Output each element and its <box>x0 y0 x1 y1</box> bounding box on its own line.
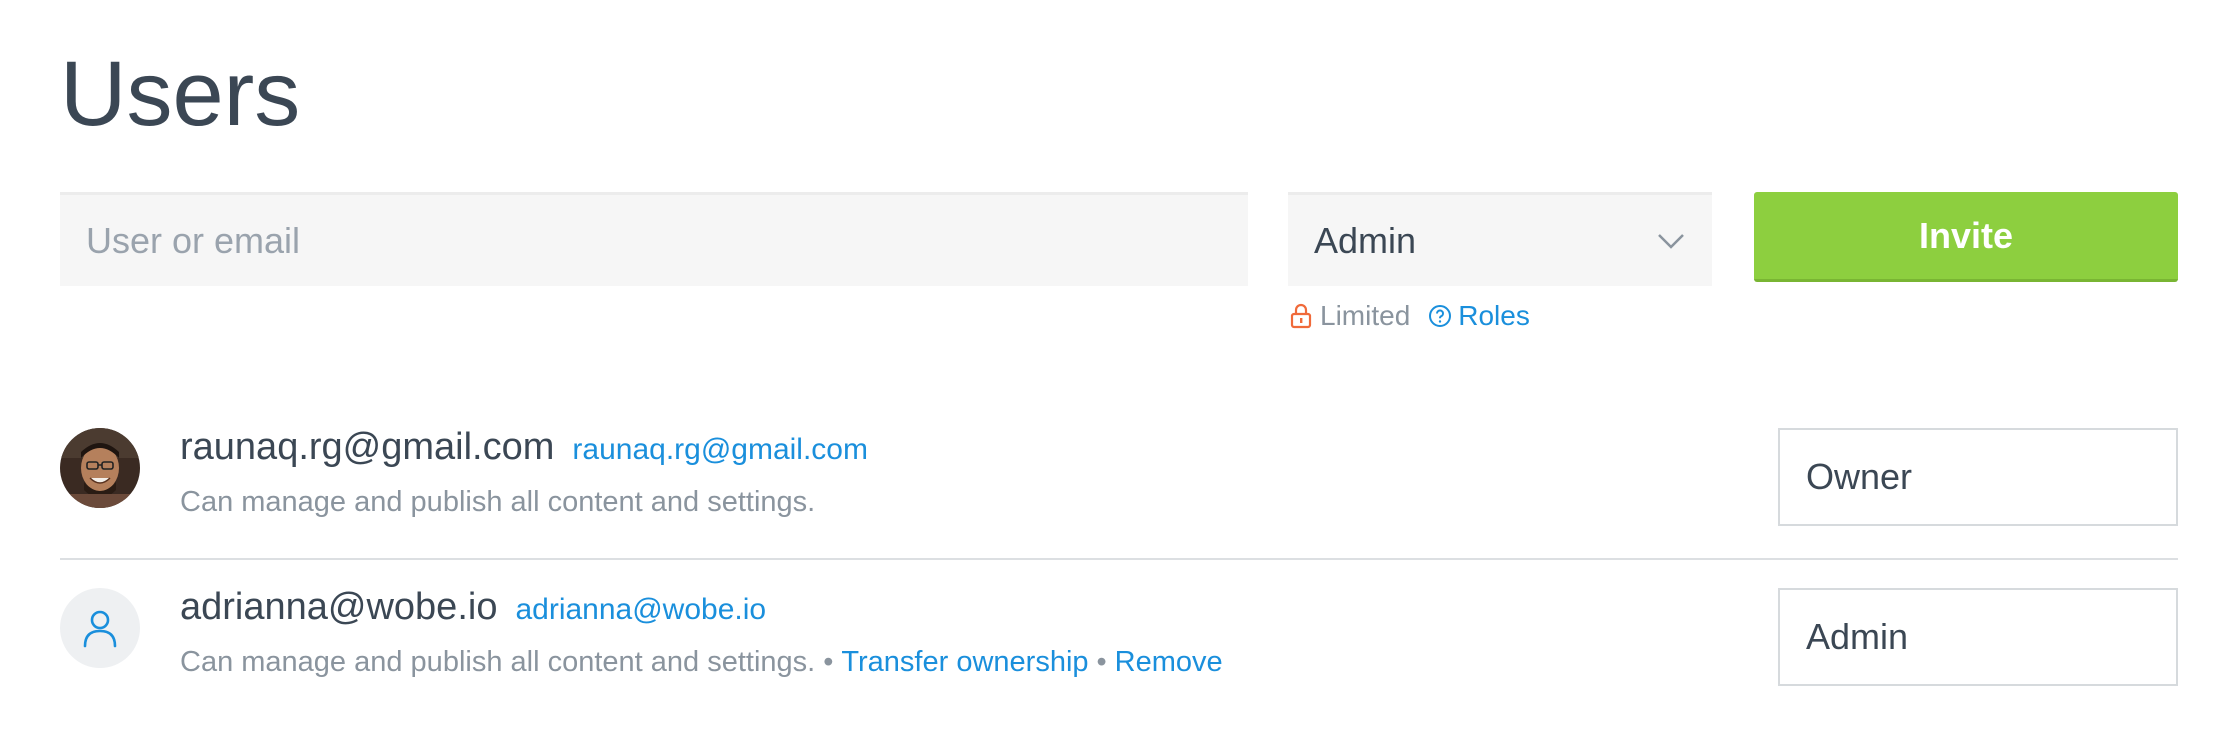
help-circle-icon <box>1429 305 1452 327</box>
transfer-ownership-link[interactable]: Transfer ownership <box>841 646 1088 678</box>
person-icon <box>83 610 117 648</box>
user-name: adrianna@wobe.io adrianna@wobe.io <box>180 586 766 629</box>
user-email-link[interactable]: adrianna@wobe.io <box>515 593 766 626</box>
avatar <box>60 588 140 668</box>
page-title: Users <box>60 43 301 145</box>
user-role-select[interactable]: Admin <box>1778 588 2178 686</box>
invite-button[interactable]: Invite <box>1754 192 2178 282</box>
user-row: raunaq.rg@gmail.com raunaq.rg@gmail.com C… <box>60 426 2178 556</box>
separator: • <box>823 646 834 678</box>
avatar-photo <box>60 428 140 508</box>
user-row: adrianna@wobe.io adrianna@wobe.io Can man… <box>60 586 2178 716</box>
divider <box>60 558 2178 560</box>
user-name: raunaq.rg@gmail.com raunaq.rg@gmail.com <box>180 426 868 469</box>
remove-link[interactable]: Remove <box>1115 646 1223 678</box>
user-description: Can manage and publish all content and s… <box>180 646 816 678</box>
chevron-down-icon <box>1658 233 1684 249</box>
avatar <box>60 428 140 508</box>
role-select-value: Admin <box>1314 219 1417 261</box>
user-role-select[interactable]: Owner <box>1778 428 2178 526</box>
user-email-link[interactable]: raunaq.rg@gmail.com <box>572 433 868 466</box>
user-description: Can manage and publish all content and s… <box>180 486 816 518</box>
lock-icon <box>1290 303 1312 329</box>
user-display-name: adrianna@wobe.io <box>180 586 498 628</box>
role-select[interactable]: Admin <box>1288 192 1712 286</box>
role-hint-row: Limited Roles <box>1290 296 1530 336</box>
separator: • <box>1096 646 1107 678</box>
user-display-name: raunaq.rg@gmail.com <box>180 426 555 468</box>
user-description-row: Can manage and publish all content and s… <box>180 646 1223 679</box>
limited-label: Limited <box>1320 300 1411 331</box>
roles-link[interactable]: Roles <box>1458 300 1530 332</box>
user-or-email-input[interactable] <box>60 192 1248 286</box>
